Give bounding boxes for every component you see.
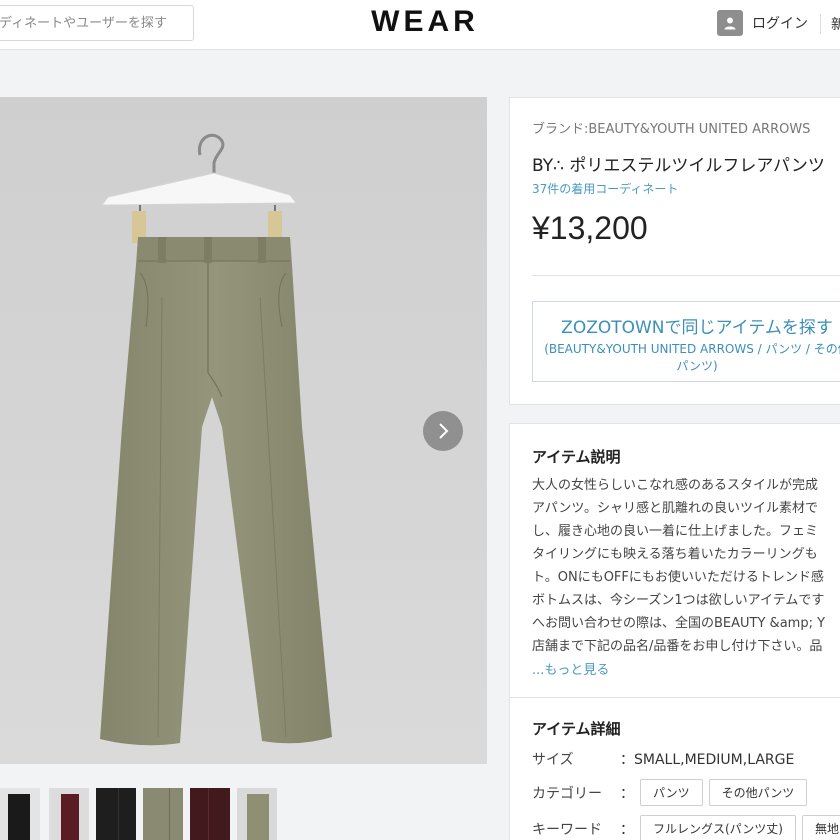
product-summary-card: ブランド:BEAUTY&YOUTH UNITED ARROWS BY∴ ポリエス… <box>509 97 840 405</box>
next-image-button[interactable] <box>423 411 463 451</box>
category-label: カテゴリー <box>532 785 602 802</box>
product-image <box>0 97 487 764</box>
search-box[interactable] <box>0 5 194 41</box>
pants-photo <box>0 97 487 764</box>
header-register-link[interactable]: 新 <box>831 14 840 34</box>
description-line: アパンツ。シャリ感と肌離れの良いツイル素材で <box>532 501 819 516</box>
wear-logo[interactable]: WEAR <box>360 5 490 39</box>
zozotown-search-button[interactable]: ZOZOTOWNで同じアイテムを探す (BEAUTY&YOUTH UNITED … <box>532 301 840 382</box>
item-details-title: アイテム詳細 <box>532 720 621 738</box>
login-label: ログイン <box>752 16 808 32</box>
zozotown-button-sublabel: (BEAUTY&YOUTH UNITED ARROWS / パンツ / その他パ… <box>544 342 840 373</box>
description-line: ボトムスは、今シーズン1つは欲しいアイテムです <box>532 593 825 608</box>
coordinate-count-link[interactable]: 37件の着用コーディネート <box>532 180 678 197</box>
description-line: 店舗まで下記の品名/品番をお申し付け下さい。品 <box>532 639 823 654</box>
site-header: WEAR ログイン 新 <box>0 0 840 50</box>
size-row: サイズ ：SMALL,MEDIUM,LARGE <box>532 749 794 769</box>
product-price: ¥13,200 <box>532 210 648 246</box>
size-label: サイズ <box>532 752 574 768</box>
thumbnail-black-closeup[interactable] <box>96 788 136 840</box>
description-line: し、履き心地の良い一着に仕上げました。フェミ <box>532 524 819 539</box>
category-row: カテゴリー ： パンツ その他パンツ <box>532 779 813 806</box>
brand-name[interactable]: ブランド:BEAUTY&YOUTH UNITED ARROWS <box>532 118 810 137</box>
item-description-title: アイテム説明 <box>532 448 621 466</box>
category-colon: ： <box>620 785 634 802</box>
login-link[interactable]: ログイン <box>717 10 808 36</box>
keyword-tag-plain[interactable]: 無地(柄) <box>801 815 840 840</box>
description-line: タイリングにも映える落ち着いたカラーリングも <box>532 547 818 562</box>
show-more-link[interactable]: ...もっと見る <box>532 659 609 678</box>
product-title: BY∴ ポリエステルツイルフレアパンツ <box>532 156 825 176</box>
keyword-row: キーワード ： フルレングス(パンツ丈) 無地(柄) <box>532 815 840 840</box>
keyword-label: キーワード <box>532 821 602 838</box>
thumbnail-khaki-closeup[interactable] <box>143 788 183 840</box>
user-icon <box>717 10 743 36</box>
category-tag-other-pants[interactable]: その他パンツ <box>708 779 808 806</box>
chevron-right-icon <box>439 423 449 439</box>
description-line: ト。ONにもOFFにもお使いいただけるトレンド感 <box>532 570 824 585</box>
thumbnail-burgundy-closeup[interactable] <box>190 788 230 840</box>
category-tag-pants[interactable]: パンツ <box>640 779 703 806</box>
description-divider <box>510 697 840 698</box>
item-description-text: 大人の女性らしいこなれ感のあるスタイルが完成 アパンツ。シャリ感と肌離れの良いツ… <box>532 474 840 658</box>
thumbnail-burgundy-pants[interactable] <box>49 788 89 840</box>
header-divider <box>820 14 821 34</box>
thumbnail-khaki-pants[interactable] <box>237 788 277 840</box>
search-input[interactable] <box>0 6 193 40</box>
summary-divider <box>532 275 840 276</box>
keyword-colon: ： <box>620 821 634 838</box>
keyword-tag-full-length[interactable]: フルレングス(パンツ丈) <box>640 815 796 840</box>
description-line: 大人の女性らしいこなれ感のあるスタイルが完成 <box>532 478 819 493</box>
item-info-card: アイテム説明 大人の女性らしいこなれ感のあるスタイルが完成 アパンツ。シャリ感と… <box>509 423 840 840</box>
description-line: へお問い合わせの際は、全国のBEAUTY &amp; Y <box>532 616 826 631</box>
zozotown-button-label: ZOZOTOWNで同じアイテムを探す <box>561 318 833 338</box>
thumbnail-black-pants[interactable] <box>0 788 40 840</box>
size-value: ：SMALL,MEDIUM,LARGE <box>620 752 795 768</box>
